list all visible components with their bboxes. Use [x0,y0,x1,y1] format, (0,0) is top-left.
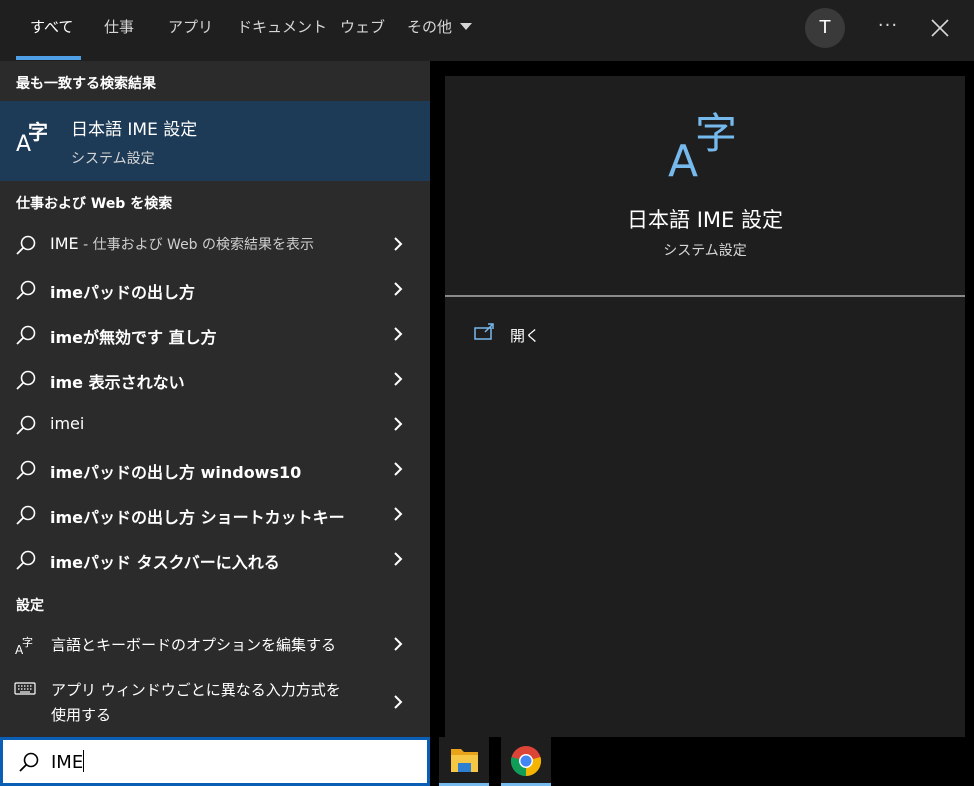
search-icon [16,325,36,345]
divider [445,295,965,297]
tab-documents[interactable]: ドキュメント [237,0,327,61]
settings-item-language-keyboard[interactable]: A 字 言語とキーボードのオプションを編集する [0,622,430,667]
search-icon [19,752,39,772]
settings-item-input-method[interactable]: アプリ ウィンドウごとに異なる入力方式を 使用する [0,667,430,729]
web-suggestion-row[interactable]: imeパッドの出し方 [0,267,430,312]
chrome-icon [510,746,542,777]
tab-apps[interactable]: アプリ [168,0,213,61]
settings-item-label: 言語とキーボードのオプションを編集する [51,636,337,654]
search-icon [16,460,36,480]
settings-item-label-line2: 使用する [51,706,112,724]
chevron-right-icon [394,417,403,431]
search-icon [16,550,36,570]
results-list: 最も一致する検索結果 A 字 日本語 IME 設定 システム設定 仕事および W… [0,61,430,737]
close-button[interactable] [920,8,960,48]
web-suggestion-row[interactable]: IME - 仕事および Web の検索結果を表示 [0,222,430,267]
best-match-heading: 最も一致する検索結果 [16,76,156,92]
open-external-icon [474,323,494,340]
chevron-right-icon [394,282,403,296]
best-match-result[interactable]: A 字 日本語 IME 設定 システム設定 [0,101,430,181]
tab-work[interactable]: 仕事 [104,0,134,61]
suggestion-text: imei [50,414,85,433]
suggestion-text: IME - 仕事および Web の検索結果を表示 [50,234,314,254]
web-suggestion-row[interactable]: imeパッド タスクバーに入れる [0,537,430,582]
avatar[interactable]: T [805,8,845,48]
suggestion-text: imeが無効です 直し方 [50,328,217,347]
text-cursor [83,750,85,772]
svg-text:字: 字 [695,109,737,158]
chevron-right-icon [394,637,403,651]
tab-all[interactable]: すべて [30,0,73,61]
web-suggestion-row[interactable]: imei [0,402,430,447]
chevron-right-icon [394,695,403,709]
settings-heading: 設定 [16,598,44,614]
preview-pane: A 字 日本語 IME 設定 システム設定 開く [445,76,965,737]
chevron-right-icon [394,372,403,386]
ime-app-icon: A 字 [668,109,737,184]
search-icon [16,505,36,525]
suggestion-text: imeパッドの出し方 windows10 [50,463,302,482]
ime-app-icon: A 字 [16,120,48,157]
tab-more-label: その他 [407,18,453,36]
suggestion-text: imeパッド タスクバーに入れる [50,553,280,572]
search-input[interactable]: IME [51,750,85,773]
search-query-text: IME [51,752,84,773]
search-filter-bar: すべて 仕事 アプリ ドキュメント ウェブ その他 T ··· [0,0,974,61]
suggestion-text: imeパッドの出し方 [50,283,196,302]
chevron-right-icon [394,327,403,341]
active-tab-indicator [16,56,81,60]
ime-settings-icon: A 字 [15,635,33,657]
best-match-title: 日本語 IME 設定 [71,120,198,140]
chevron-down-icon [460,23,473,30]
search-icon [16,370,36,390]
suggestion-text: imeパッドの出し方 ショートカットキー [50,508,345,527]
taskbar-chrome[interactable] [501,737,551,786]
web-suggestion-row[interactable]: imeが無効です 直し方 [0,312,430,357]
settings-item-label: アプリ ウィンドウごとに異なる入力方式を [51,681,341,699]
chevron-right-icon [394,237,403,251]
best-match-subtitle: システム設定 [71,151,155,167]
file-explorer-icon [451,749,478,772]
suggestion-term: IME [50,234,79,253]
suggestion-hint: - 仕事および Web の検索結果を表示 [78,237,315,253]
suggestion-text: ime 表示されない [50,373,185,392]
keyboard-icon [14,682,36,695]
open-label: 開く [510,327,541,345]
web-suggestion-row[interactable]: ime 表示されない [0,357,430,402]
chevron-right-icon [394,552,403,566]
search-box[interactable]: IME [0,737,430,786]
web-search-heading: 仕事および Web を検索 [16,196,173,212]
chevron-right-icon [394,462,403,476]
close-icon [931,19,949,37]
search-icon [16,415,36,435]
web-suggestion-row[interactable]: imeパッドの出し方 ショートカットキー [0,492,430,537]
svg-text:字: 字 [28,120,48,144]
more-options-button[interactable]: ··· [868,8,908,48]
preview-title: 日本語 IME 設定 [627,208,783,232]
taskbar [430,737,974,786]
preview-subtitle: システム設定 [663,243,747,259]
svg-text:A: A [668,136,698,184]
tab-web[interactable]: ウェブ [340,0,385,61]
search-icon [16,235,36,255]
svg-text:字: 字 [22,635,33,649]
taskbar-file-explorer[interactable] [439,737,489,786]
chevron-right-icon [394,507,403,521]
tab-more[interactable]: その他 [407,0,473,61]
search-icon [16,280,36,300]
web-suggestion-row[interactable]: imeパッドの出し方 windows10 [0,447,430,492]
